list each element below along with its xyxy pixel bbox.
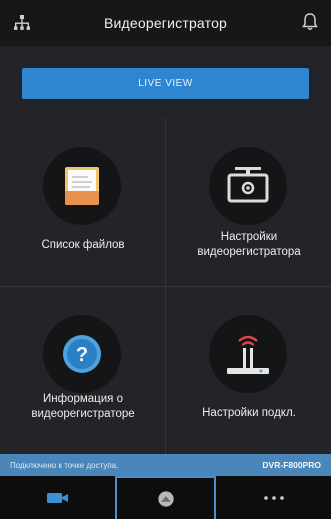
connection-status-bar: Подключено к точке доступа. DVR-F800PRO	[0, 454, 331, 476]
menu-item-label: Список файлов	[41, 239, 125, 251]
tab-home[interactable]	[115, 476, 216, 519]
menu-item-label: Информация о видеорегистраторе	[31, 393, 135, 420]
live-view-section: LIVE VIEW	[0, 46, 331, 118]
tab-video[interactable]	[0, 476, 115, 519]
file-list-icon-circle	[43, 147, 121, 225]
device-name: DVR-F800PRO	[262, 460, 321, 470]
menu-item-label: Настройки видеорегистратора	[197, 231, 301, 258]
menu-item-dashcam-settings[interactable]: Настройки видеорегистратора	[166, 118, 331, 286]
bell-icon[interactable]	[301, 12, 319, 32]
more-icon	[263, 495, 284, 500]
dashcam-settings-icon	[227, 167, 269, 203]
grid-divider-horizontal	[0, 286, 331, 287]
dashcam-settings-icon-circle	[209, 147, 287, 225]
video-camera-icon	[46, 492, 68, 503]
app-header: Видеорегистратор	[0, 0, 331, 46]
svg-text:?: ?	[76, 344, 88, 366]
help-icon-circle: ?	[43, 315, 121, 393]
menu-item-file-list[interactable]: Список файлов	[0, 118, 165, 286]
router-icon-circle	[209, 315, 287, 393]
menu-item-dashcam-info[interactable]: ? Информация о видеорегистраторе	[0, 286, 165, 454]
tab-more[interactable]	[216, 476, 331, 519]
bottom-tab-bar	[0, 476, 331, 519]
router-icon	[227, 335, 269, 374]
menu-item-connection-settings[interactable]: Настройки подкл.	[166, 286, 331, 454]
live-view-button[interactable]: LIVE VIEW	[22, 68, 309, 99]
connection-status-text: Подключено к точке доступа.	[10, 460, 119, 470]
file-list-icon	[65, 167, 99, 205]
network-icon[interactable]	[12, 13, 32, 33]
home-icon	[157, 490, 174, 507]
page-title: Видеорегистратор	[103, 15, 228, 31]
help-icon: ?	[63, 335, 101, 373]
menu-item-label: Настройки подкл.	[202, 407, 296, 419]
